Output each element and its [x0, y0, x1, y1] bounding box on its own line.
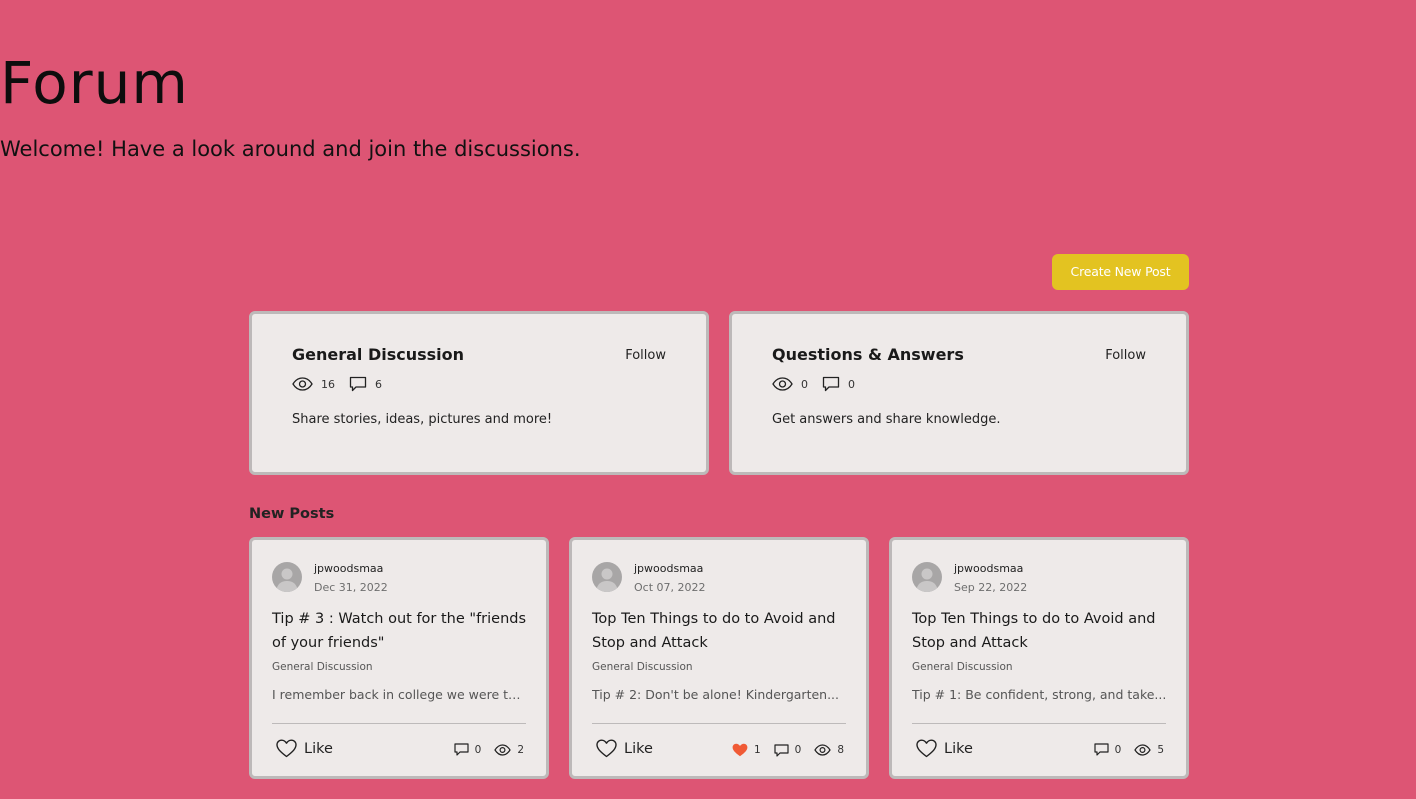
category-title[interactable]: Questions & Answers — [772, 345, 964, 364]
post-date: Dec 31, 2022 — [314, 581, 388, 594]
eye-icon — [1134, 743, 1152, 756]
eye-icon — [772, 377, 793, 391]
post-date: Sep 22, 2022 — [954, 581, 1028, 594]
category-description: Share stories, ideas, pictures and more! — [292, 412, 553, 427]
like-button[interactable]: Like — [916, 739, 973, 758]
eye-icon — [814, 744, 832, 756]
follow-button[interactable]: Follow — [625, 348, 666, 363]
comment-icon — [349, 376, 367, 392]
post-stats: 1 0 8 — [732, 743, 844, 757]
post-title[interactable]: Tip # 3 : Watch out for the "friends of … — [272, 607, 530, 655]
like-button[interactable]: Like — [276, 739, 333, 758]
avatar[interactable] — [592, 562, 622, 592]
post-stats: 0 2 — [454, 743, 524, 756]
post-excerpt: I remember back in college we were tol..… — [272, 687, 528, 702]
views-count: 5 — [1157, 743, 1164, 756]
divider — [912, 723, 1166, 724]
views-count: 0 — [801, 377, 808, 391]
category-stats: 0 0 — [772, 376, 869, 392]
post-category[interactable]: General Discussion — [912, 661, 1013, 673]
post-card[interactable]: jpwoodsmaa Sep 22, 2022 Top Ten Things t… — [889, 537, 1189, 779]
post-stats: 0 5 — [1094, 743, 1164, 756]
post-title[interactable]: Top Ten Things to do to Avoid and Stop a… — [912, 607, 1170, 655]
page-subtitle: Welcome! Have a look around and join the… — [0, 137, 581, 161]
category-title[interactable]: General Discussion — [292, 345, 464, 364]
heart-icon — [596, 739, 617, 758]
comment-icon — [1094, 743, 1109, 756]
comments-count: 0 — [794, 744, 802, 756]
author-name[interactable]: jpwoodsmaa — [634, 562, 703, 575]
comment-icon — [454, 743, 469, 756]
comment-icon — [822, 376, 840, 392]
like-label: Like — [624, 740, 653, 757]
author-name[interactable]: jpwoodsmaa — [314, 562, 383, 575]
views-count: 2 — [517, 743, 524, 756]
avatar[interactable] — [272, 562, 302, 592]
post-excerpt: Tip # 1: Be confident, strong, and take.… — [912, 687, 1167, 702]
avatar[interactable] — [912, 562, 942, 592]
post-category[interactable]: General Discussion — [272, 661, 373, 673]
like-label: Like — [304, 740, 333, 757]
post-card[interactable]: jpwoodsmaa Dec 31, 2022 Tip # 3 : Watch … — [249, 537, 549, 779]
divider — [592, 723, 846, 724]
likes-count: 1 — [753, 744, 761, 756]
create-new-post-button[interactable]: Create New Post — [1052, 254, 1189, 290]
heart-icon — [276, 739, 297, 758]
comments-count: 0 — [848, 377, 855, 391]
comments-count: 6 — [375, 377, 382, 391]
category-stats: 16 6 — [292, 376, 396, 392]
views-count: 16 — [321, 377, 335, 391]
filled-heart-icon — [732, 743, 748, 757]
post-category[interactable]: General Discussion — [592, 661, 693, 673]
comment-icon — [774, 743, 789, 757]
like-label: Like — [944, 740, 973, 757]
divider — [272, 723, 526, 724]
eye-icon — [292, 377, 313, 391]
eye-icon — [494, 743, 512, 756]
category-card-general-discussion[interactable]: General Discussion Follow 16 6 Share sto… — [249, 311, 709, 475]
page-title: Forum — [0, 49, 189, 117]
comments-count: 0 — [1114, 743, 1122, 756]
post-excerpt: Tip # 2: Don't be alone! Kindergarten... — [592, 687, 840, 702]
views-count: 8 — [837, 744, 844, 756]
like-button[interactable]: Like — [596, 739, 653, 758]
category-card-questions-answers[interactable]: Questions & Answers Follow 0 0 Get answe… — [729, 311, 1189, 475]
heart-icon — [916, 739, 937, 758]
author-name[interactable]: jpwoodsmaa — [954, 562, 1023, 575]
post-date: Oct 07, 2022 — [634, 581, 706, 594]
post-card[interactable]: jpwoodsmaa Oct 07, 2022 Top Ten Things t… — [569, 537, 869, 779]
comments-count: 0 — [474, 743, 482, 756]
new-posts-heading: New Posts — [249, 506, 335, 522]
follow-button[interactable]: Follow — [1105, 348, 1146, 363]
post-title[interactable]: Top Ten Things to do to Avoid and Stop a… — [592, 607, 850, 655]
category-description: Get answers and share knowledge. — [772, 412, 1001, 427]
